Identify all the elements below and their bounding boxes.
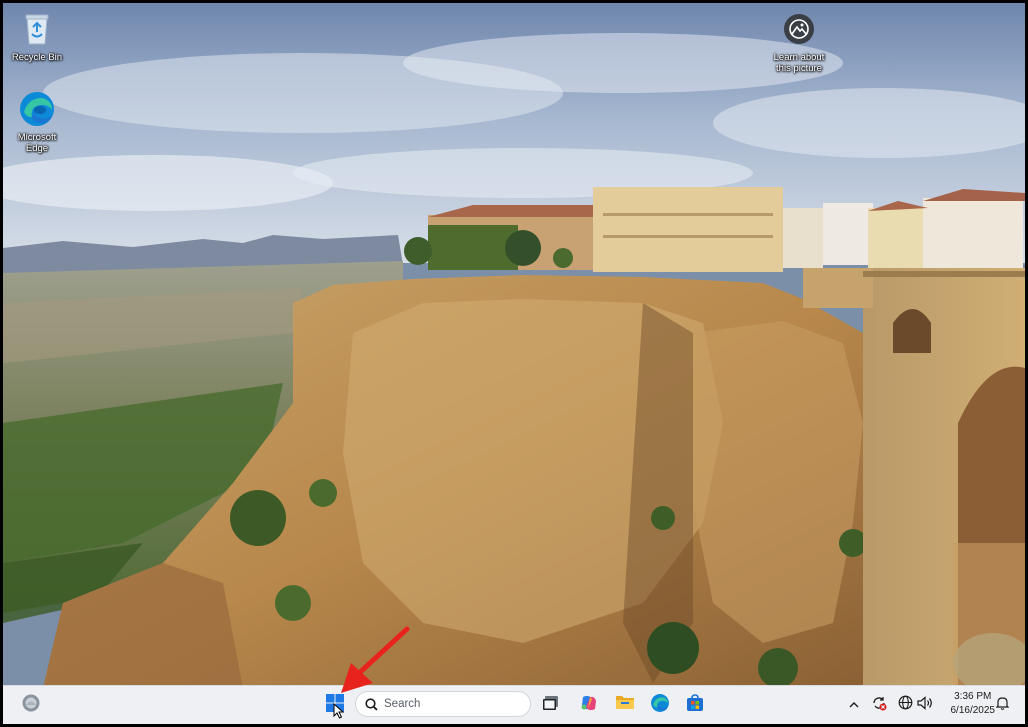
- desktop-icon-label: Microsoft Edge: [17, 132, 57, 154]
- desktop-icon-label: Learn about this picture: [773, 52, 825, 74]
- store-icon: [686, 693, 704, 717]
- file-explorer-icon: [615, 694, 635, 716]
- taskbar-app-microsoft-store[interactable]: [681, 691, 709, 719]
- globe-icon: [898, 695, 913, 715]
- clock-date: 6/16/2025: [950, 705, 996, 716]
- red-arrow-annotation: [341, 626, 410, 693]
- desktop-screen: Recycle Bin Microsoft Edge Learn about t…: [3, 3, 1025, 724]
- widgets-button[interactable]: [17, 691, 45, 719]
- taskbar-clock[interactable]: 3:36 PM 6/16/2025: [951, 690, 996, 718]
- taskbar-app-microsoft-edge[interactable]: [646, 691, 674, 719]
- clock-time: 3:36 PM: [954, 691, 992, 702]
- desktop-icon-microsoft-edge[interactable]: Microsoft Edge: [3, 89, 71, 154]
- sync-alert-icon: [871, 695, 887, 716]
- desktop-wallpaper: [3, 3, 1025, 693]
- notification-bell-icon: [995, 696, 1009, 715]
- taskbar-app-file-explorer[interactable]: [611, 691, 639, 719]
- desktop-icon-label: Recycle Bin: [11, 52, 63, 63]
- task-view-icon: [542, 695, 560, 716]
- taskbar-app-copilot[interactable]: [575, 691, 603, 719]
- recycle-bin-icon: [17, 9, 57, 49]
- volume-icon: [917, 695, 933, 715]
- desktop-icon-learn-about-this-picture[interactable]: Learn about this picture: [765, 9, 833, 74]
- desktop-icon-recycle-bin[interactable]: Recycle Bin: [3, 9, 71, 63]
- copilot-icon: [579, 693, 599, 718]
- edge-icon: [17, 89, 57, 129]
- widgets-icon: [21, 693, 41, 718]
- mouse-cursor-icon: [333, 702, 345, 724]
- taskbar-app-task-view[interactable]: [537, 691, 565, 719]
- show-hidden-icons-button[interactable]: [845, 696, 863, 714]
- tray-volume-button[interactable]: [916, 695, 934, 715]
- notification-center-button[interactable]: [993, 696, 1011, 714]
- tray-network-button[interactable]: [896, 695, 914, 715]
- edge-icon: [650, 693, 670, 718]
- taskbar: Search 3:36 PM 6/16/2025: [3, 685, 1025, 724]
- chevron-up-icon: [849, 696, 859, 714]
- tray-sync-status-button[interactable]: [870, 696, 888, 714]
- learn-picture-icon: [779, 9, 819, 49]
